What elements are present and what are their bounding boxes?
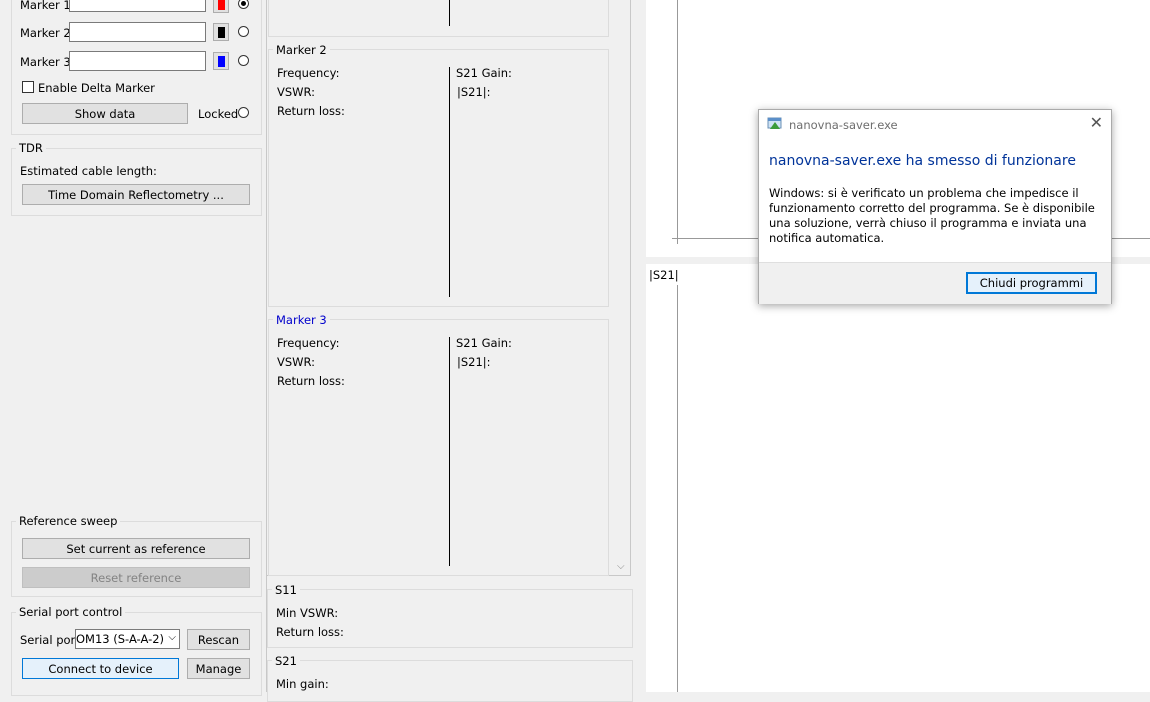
marker-1-info-box xyxy=(268,0,609,37)
marker-2-info-title: Marker 2 xyxy=(273,43,330,57)
marker-1-color-button[interactable] xyxy=(213,0,229,13)
show-data-button[interactable]: Show data xyxy=(22,103,188,124)
enable-delta-label: Enable Delta Marker xyxy=(38,81,155,95)
serial-port-label: Serial port xyxy=(20,633,80,647)
close-program-button[interactable]: Chiudi programmi xyxy=(966,272,1097,294)
reset-reference-button[interactable]: Reset reference xyxy=(22,567,250,588)
marker-2-s21-abs: |S21|: xyxy=(457,85,491,99)
set-reference-button[interactable]: Set current as reference xyxy=(22,538,250,559)
close-icon[interactable]: ✕ xyxy=(1090,113,1103,132)
chart-s21-label: |S21| xyxy=(649,268,679,282)
tdr-button[interactable]: Time Domain Reflectometry ... xyxy=(22,184,250,205)
marker-3-info-box xyxy=(268,319,609,576)
tdr-group xyxy=(11,148,262,216)
marker-3-return-loss: Return loss: xyxy=(277,374,345,388)
marker-2-divider xyxy=(449,67,450,297)
marker-3-label: Marker 3 xyxy=(20,55,71,69)
manage-button[interactable]: Manage xyxy=(187,658,250,679)
app-icon xyxy=(767,117,783,131)
chart-top-y-axis xyxy=(677,0,678,244)
marker-2-label: Marker 2 xyxy=(20,26,71,40)
enable-delta-checkbox[interactable] xyxy=(22,81,34,93)
s11-return-loss: Return loss: xyxy=(276,625,344,639)
chart-s21[interactable] xyxy=(646,264,1150,692)
locked-label: Locked xyxy=(198,107,239,121)
s21-min-gain: Min gain: xyxy=(276,677,329,691)
dialog-message: Windows: si è verificato un problema che… xyxy=(769,186,1095,245)
marker-3-frequency-input[interactable] xyxy=(69,51,206,71)
rescan-button[interactable]: Rescan xyxy=(187,629,250,650)
scroll-down-icon[interactable]: ⌵ xyxy=(617,561,625,572)
marker-2-color-button[interactable] xyxy=(213,23,229,41)
marker-1-label: Marker 1 xyxy=(20,0,71,12)
marker-3-info-title: Marker 3 xyxy=(273,313,330,327)
marker-3-radio[interactable] xyxy=(238,55,249,66)
s11-title: S11 xyxy=(272,583,300,597)
marker-3-s21-gain: S21 Gain: xyxy=(456,336,512,350)
cable-length-label: Estimated cable length: xyxy=(20,164,157,178)
tdr-title: TDR xyxy=(16,141,46,155)
marker-2-frequency: Frequency: xyxy=(277,66,340,80)
s11-min-vswr: Min VSWR: xyxy=(276,606,339,620)
serial-group xyxy=(11,612,262,696)
marker-1-divider xyxy=(449,0,450,26)
marker-2-radio[interactable] xyxy=(238,26,249,37)
marker-3-divider xyxy=(449,337,450,566)
marker-2-info-box xyxy=(268,49,609,307)
marker-2-s21-gain: S21 Gain: xyxy=(456,66,512,80)
chevron-down-icon: ⌵ xyxy=(168,632,176,643)
reference-title: Reference sweep xyxy=(16,514,121,528)
marker-1-frequency-input[interactable] xyxy=(69,0,206,12)
serial-port-select[interactable]: OM13 (S-A-A-2) ⌵ xyxy=(75,629,180,649)
dialog-heading: nanovna-saver.exe ha smesso di funzionar… xyxy=(769,153,1076,169)
s21-title: S21 xyxy=(272,654,300,668)
marker-3-vswr: VSWR: xyxy=(277,355,316,369)
marker-2-frequency-input[interactable] xyxy=(69,22,206,42)
marker-2-vswr: VSWR: xyxy=(277,85,316,99)
connect-button[interactable]: Connect to device xyxy=(22,658,179,679)
serial-port-value: OM13 (S-A-A-2) xyxy=(76,632,165,646)
error-dialog: nanovna-saver.exe ✕ nanovna-saver.exe ha… xyxy=(758,109,1112,304)
chart-s21-y-axis xyxy=(677,285,678,692)
marker-3-frequency: Frequency: xyxy=(277,336,340,350)
dialog-title: nanovna-saver.exe xyxy=(789,118,898,132)
serial-title: Serial port control xyxy=(16,605,126,619)
locked-radio[interactable] xyxy=(238,107,249,118)
marker-3-color-button[interactable] xyxy=(213,52,229,70)
marker-2-return-loss: Return loss: xyxy=(277,104,345,118)
marker-3-s21-abs: |S21|: xyxy=(457,355,491,369)
dialog-footer: Chiudi programmi xyxy=(759,262,1111,304)
